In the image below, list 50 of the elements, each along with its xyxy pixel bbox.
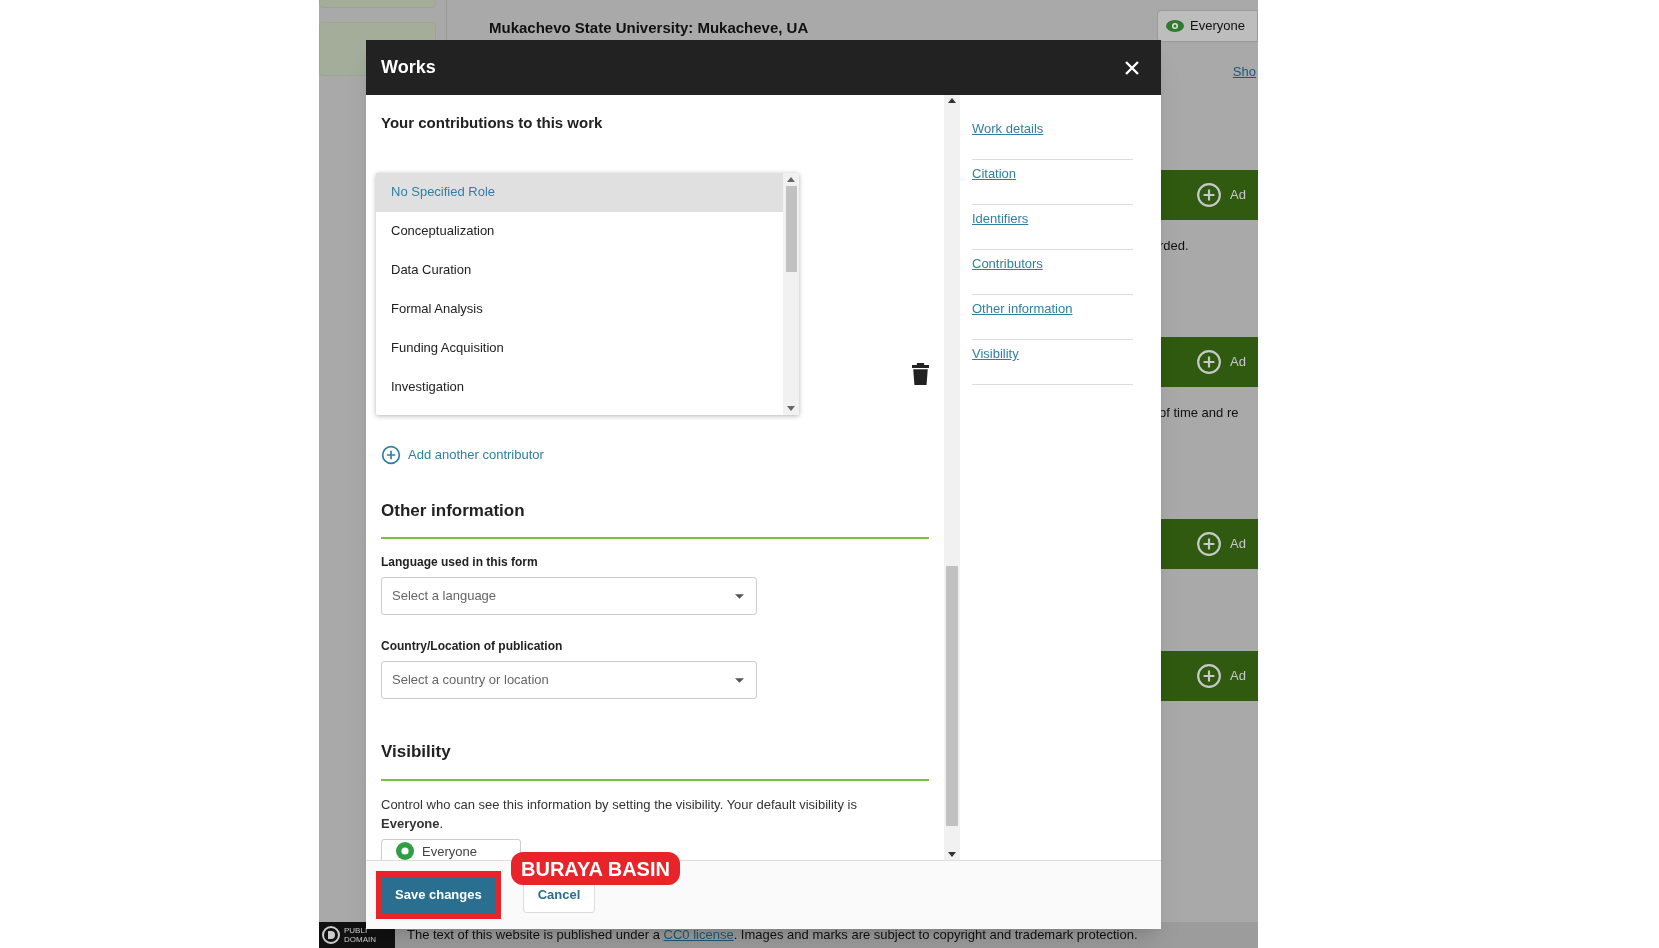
role-option[interactable]: Formal Analysis xyxy=(376,289,784,329)
section-nav-link[interactable]: Contributors xyxy=(972,254,1043,274)
badge-text: PUBLI xyxy=(344,926,369,935)
scroll-up-icon[interactable] xyxy=(787,176,796,182)
role-option[interactable]: Funding Acquisition xyxy=(376,328,784,368)
role-option[interactable]: Conceptualization xyxy=(376,211,784,251)
visibility-badge[interactable]: Everyone xyxy=(1157,10,1258,42)
plus-circle-icon xyxy=(1196,181,1222,208)
plus-circle-icon xyxy=(1196,530,1222,557)
trash-icon[interactable] xyxy=(912,362,929,385)
add-contributor-link[interactable]: Add another contributor xyxy=(381,444,929,465)
dialog-title: Works xyxy=(381,56,436,79)
show-link[interactable]: Sho xyxy=(1232,62,1256,82)
public-domain-icon xyxy=(322,926,340,944)
caret-icon xyxy=(735,677,744,683)
plus-circle-icon xyxy=(1196,662,1222,689)
scrollbar-thumb[interactable] xyxy=(785,185,797,272)
select-field[interactable]: Select a country or location xyxy=(381,661,757,699)
scroll-down-icon[interactable] xyxy=(787,405,796,411)
section-nav-link[interactable]: Other information xyxy=(972,299,1073,319)
scrollbar-thumb[interactable] xyxy=(946,566,958,826)
section-heading: Your contributions to this work xyxy=(381,113,604,133)
section-nav-link[interactable]: Work details xyxy=(972,119,1044,139)
save-button[interactable]: Save changes xyxy=(382,877,495,913)
scroll-up-icon[interactable] xyxy=(948,98,956,103)
scrollbar[interactable] xyxy=(783,172,800,415)
section-heading: Other information xyxy=(381,499,526,522)
section-nav-link[interactable]: Identifiers xyxy=(972,209,1029,229)
scroll-down-icon[interactable] xyxy=(948,852,956,857)
select-field[interactable]: Select a language xyxy=(381,577,757,615)
role-option[interactable]: Investigation xyxy=(376,367,784,407)
license-link[interactable]: CC0 license xyxy=(663,927,734,943)
visibility-description: Control who can see this information by setting the visibility. Your default visibility is Everyone. xyxy=(381,795,858,833)
page-heading: Mukachevo State University: Mukacheve, UA xyxy=(489,18,810,38)
role-option[interactable]: Data Curation xyxy=(376,250,784,290)
plus-circle-icon xyxy=(1196,349,1222,375)
role-option[interactable]: No Specified Role xyxy=(376,172,784,212)
section-nav-link[interactable]: Visibility xyxy=(972,344,1019,364)
field-label: Language used in this form xyxy=(381,554,539,571)
section-heading: Visibility xyxy=(381,741,452,763)
section-nav-link[interactable]: Citation xyxy=(972,164,1017,184)
close-icon[interactable] xyxy=(1124,59,1140,76)
badge-text: DOMAIN xyxy=(344,935,376,944)
role-listbox[interactable]: No Specified Role Conceptualization Data Curation Formal Analysis Funding Acquisition Investigation xyxy=(376,172,800,415)
annotation-label: BURAYA BASIN xyxy=(511,852,680,885)
field-label: Country/Location of publication xyxy=(381,638,564,655)
plus-circle-icon xyxy=(381,444,401,465)
caret-icon xyxy=(735,593,744,599)
scrollbar[interactable] xyxy=(944,95,960,860)
license-notice: The text of this website is published under a CC0 license. Images and marks are subject to copyright and trademark protection. xyxy=(407,926,1138,945)
